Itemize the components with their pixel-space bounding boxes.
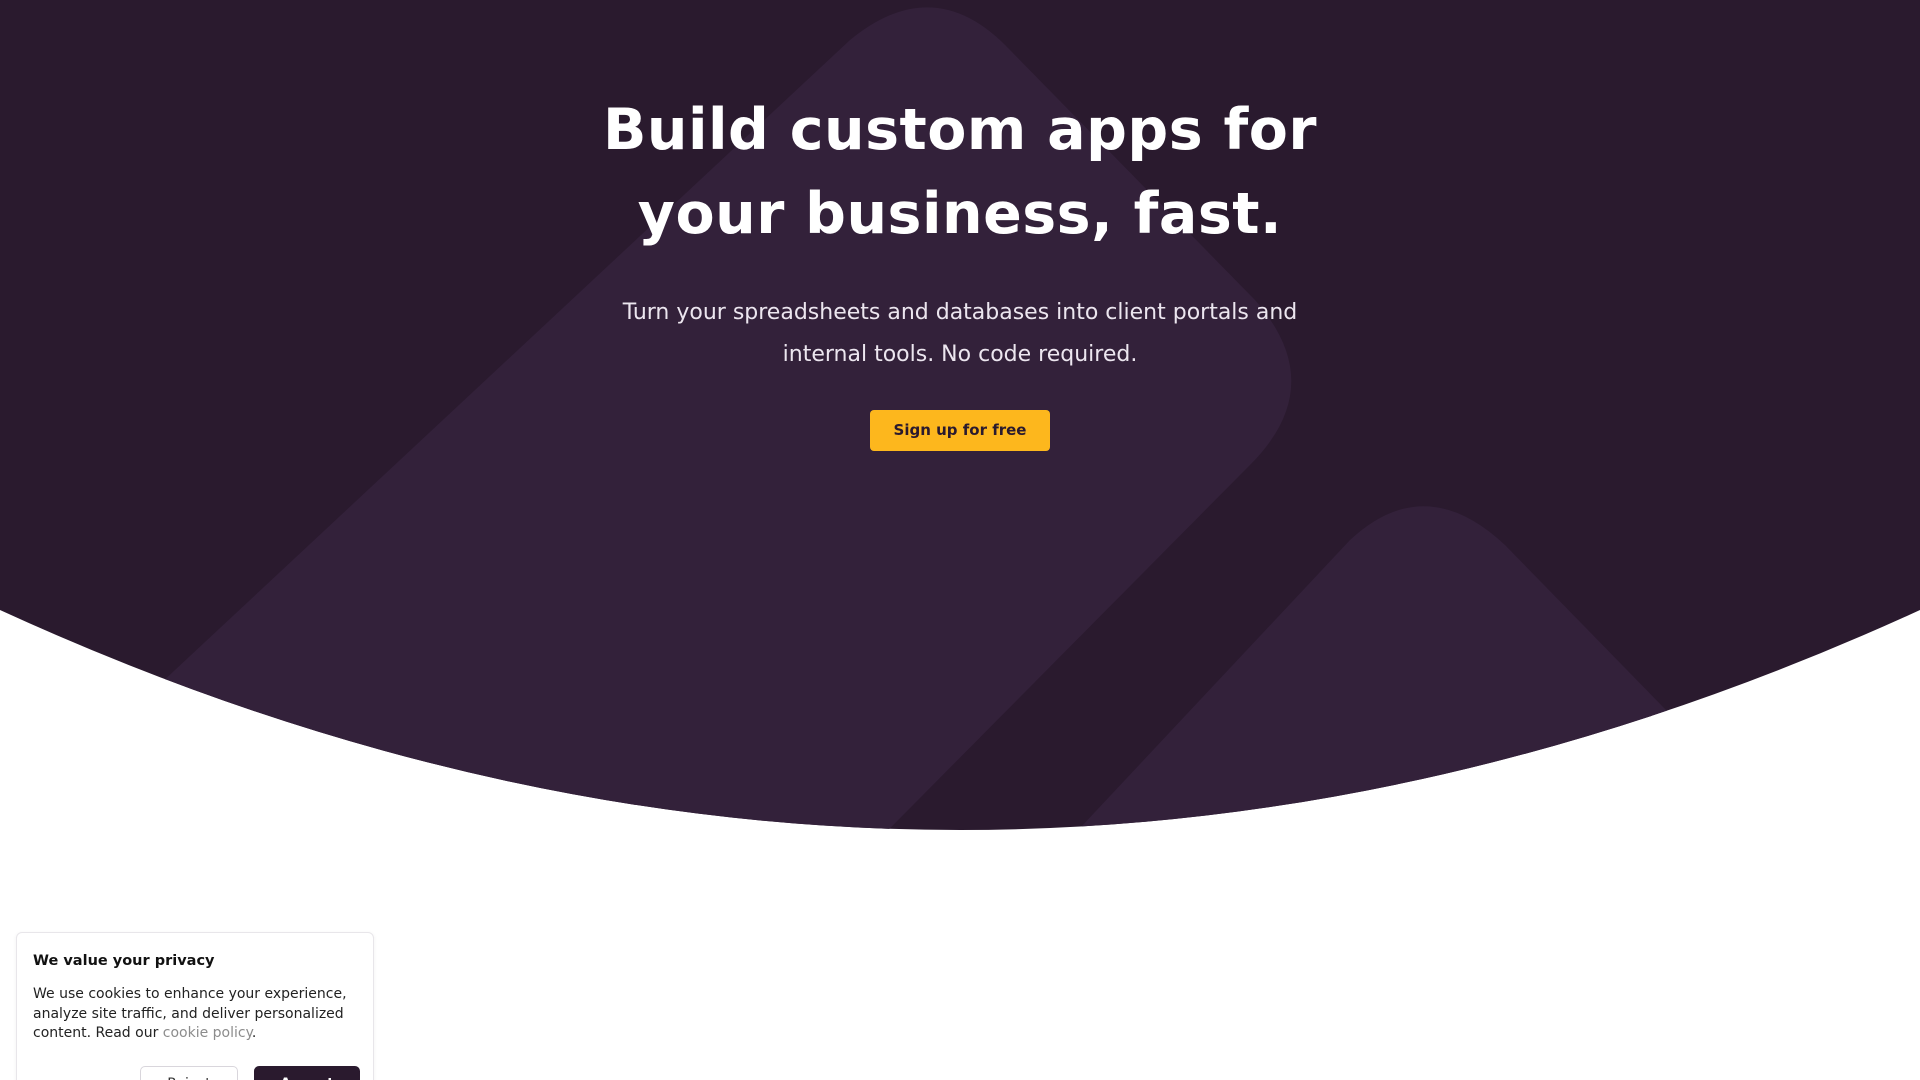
hero-title-line-1: Build custom apps for — [602, 97, 1318, 163]
cookie-consent-banner: We value your privacy We use cookies to … — [16, 932, 374, 1080]
cookie-banner-text-end: . — [251, 1025, 257, 1041]
cookie-policy-link[interactable]: cookie policy — [163, 1025, 252, 1041]
hero-subtitle-line-1: Turn your spreadsheets and databases int… — [622, 300, 1298, 325]
hero-subtitle-line-2: internal tools. No code required. — [782, 342, 1138, 367]
hero-title: Build custom apps for your business, fas… — [580, 88, 1340, 256]
sign-up-button[interactable]: Sign up for free — [870, 410, 1050, 451]
cookie-banner-actions: Reject Accept — [17, 1066, 375, 1080]
hero-title-line-2: your business, fast. — [637, 181, 1283, 247]
cookie-banner-title: We value your privacy — [33, 953, 215, 969]
hero-section: Build custom apps for your business, fas… — [0, 0, 1920, 451]
accept-cookies-button[interactable]: Accept — [254, 1066, 360, 1080]
reject-cookies-button[interactable]: Reject — [140, 1066, 238, 1080]
hero-subtitle: Turn your spreadsheets and databases int… — [610, 292, 1310, 376]
landing-page: Build custom apps for your business, fas… — [0, 0, 1920, 1080]
cookie-banner-text: We use cookies to enhance your experienc… — [33, 985, 363, 1044]
